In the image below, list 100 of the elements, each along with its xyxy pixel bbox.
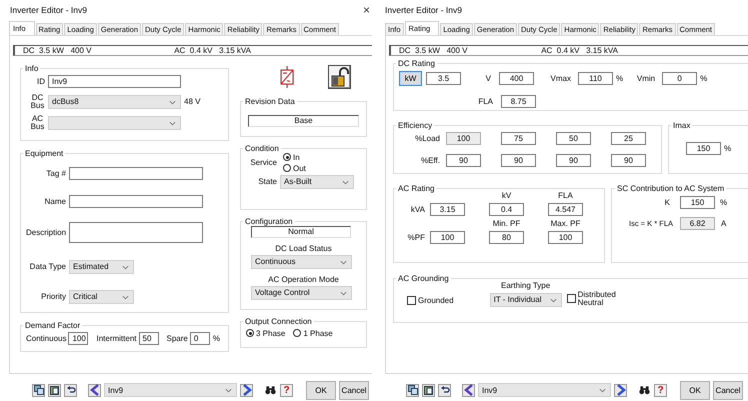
summary-text: DC 3.5 kW 400 V (399, 46, 468, 55)
close-button[interactable]: × (360, 2, 372, 17)
text-field[interactable]: 100 (548, 230, 583, 244)
column-header: Max. PF (550, 218, 580, 228)
field-label: K (664, 198, 671, 207)
field-label: Spare (166, 334, 188, 343)
text-field[interactable]: 25 (611, 132, 646, 145)
group-title: Output Connection (244, 316, 313, 326)
text-field[interactable]: 110 (578, 72, 613, 85)
field-label: Earthing Type (500, 280, 550, 290)
checkbox-label: Grounded (418, 296, 454, 305)
dropdown[interactable]: IT - Individual (490, 292, 562, 307)
column-header: FLA (558, 190, 573, 200)
text-field[interactable]: 90 (611, 154, 646, 167)
radio-label: Out (293, 164, 306, 173)
unit-button[interactable]: kW (399, 70, 422, 86)
item-dropdown[interactable]: Inv9 (104, 383, 237, 398)
radio-label: 3 Phase (256, 328, 286, 338)
field-label: State (257, 177, 278, 186)
unit-text: A (721, 218, 726, 228)
field-label: FLA (477, 96, 494, 106)
dropdown[interactable]: Estimated (69, 260, 134, 274)
field-label: Name (44, 196, 67, 206)
text-field[interactable]: 75 (501, 132, 536, 145)
field-label: V (484, 74, 492, 83)
text-field[interactable]: 0 (190, 332, 210, 345)
text-field[interactable]: 0 (662, 72, 698, 85)
text-field[interactable]: 150 (680, 196, 715, 209)
column-header: Min. PF (492, 218, 520, 228)
checkbox-label: Distributed Neutral (578, 290, 616, 307)
unit-text: % (616, 74, 624, 83)
field-label: Description (26, 228, 68, 237)
group-title: Efficiency (397, 120, 434, 130)
group-title: Configuration (244, 216, 294, 226)
dropdown[interactable]: Continuous (251, 254, 352, 269)
text-field[interactable]: 4.547 (548, 202, 583, 216)
group-title: DC Rating (397, 58, 436, 68)
field-label: kVA (410, 204, 426, 216)
group-title: Imax (672, 120, 692, 130)
group-title: SC Contribution to AC System (616, 184, 726, 193)
text-field[interactable]: 90 (446, 154, 481, 167)
text-field[interactable]: 3.15 (430, 202, 465, 216)
group-title: Info (24, 64, 40, 73)
help-button[interactable]: ? (280, 384, 293, 397)
text-field[interactable]: 3.5 (426, 72, 461, 85)
help-button[interactable]: ? (654, 384, 667, 397)
isc-field: 6.82 (680, 216, 715, 230)
cancel-button[interactable]: Cancel (713, 380, 743, 400)
text-field[interactable]: 50 (556, 132, 591, 145)
field-label: Vmin (636, 74, 656, 83)
text-field[interactable]: 90 (556, 154, 591, 167)
group-title: AC Rating (397, 184, 436, 193)
window-title: Inverter Editor - Inv9 (385, 4, 462, 15)
cancel-button[interactable]: Cancel (339, 380, 369, 400)
unit-text: % (700, 74, 708, 83)
item-dropdown[interactable]: Inv9 (478, 383, 611, 398)
field-label: Intermittent (96, 334, 136, 343)
text-field[interactable]: 0.4 (489, 202, 524, 216)
group-title: AC Grounding (397, 274, 450, 283)
text-field[interactable]: 80 (489, 230, 524, 244)
field-label: AC Operation Mode (267, 274, 340, 284)
radio-label: In (293, 152, 300, 162)
field-label: Priority (40, 292, 67, 302)
ok-button[interactable]: OK (680, 380, 710, 400)
text-field[interactable]: 150 (686, 142, 721, 155)
field-label: Service (249, 158, 278, 167)
text-field[interactable]: 90 (501, 154, 536, 167)
text-field[interactable]: 8.75 (501, 94, 536, 108)
bus-dropdown[interactable]: dcBus8 (48, 94, 181, 109)
field-label: ID (36, 76, 46, 86)
field-label: DC Load Status (274, 244, 333, 253)
id-field[interactable]: Inv9 (48, 74, 181, 88)
dropdown[interactable]: As-Built (280, 174, 354, 189)
field-label: Tag # (45, 168, 67, 178)
field-label: AC Bus (30, 114, 46, 131)
ok-button[interactable]: OK (306, 380, 336, 400)
column-header: kV (502, 190, 512, 200)
unit-text: % (720, 198, 728, 207)
field-label: %Load (414, 134, 441, 143)
dropdown[interactable]: Voltage Control (251, 286, 352, 300)
unit-text: % (212, 334, 220, 343)
dropdown[interactable]: Critical (69, 290, 134, 304)
voltage-text: 48 V (184, 97, 200, 106)
text-field[interactable]: 400 (499, 72, 534, 85)
group-title: Condition (244, 144, 280, 153)
field-label: DC Bus (30, 94, 46, 110)
unit-text: % (724, 144, 732, 153)
window-title: Inverter Editor - Inv9 (10, 4, 88, 15)
revision-field[interactable]: Base (248, 114, 359, 127)
text-field[interactable]: 100 (430, 230, 465, 244)
field-label: Vmax (550, 74, 572, 83)
field-label: Data Type (28, 262, 67, 272)
summary-text: AC 0.4 kV 3.15 kVA (541, 46, 618, 55)
configuration-field[interactable]: Normal (251, 226, 351, 238)
text-field[interactable]: 50 (138, 332, 158, 345)
text-field[interactable]: 100 (68, 332, 88, 345)
summary-text: AC 0.4 kV 3.15 kVA (174, 46, 251, 55)
group-title: Equipment (24, 148, 64, 158)
radio-label: 1 Phase (303, 328, 333, 338)
field-label: %PF (406, 232, 426, 244)
